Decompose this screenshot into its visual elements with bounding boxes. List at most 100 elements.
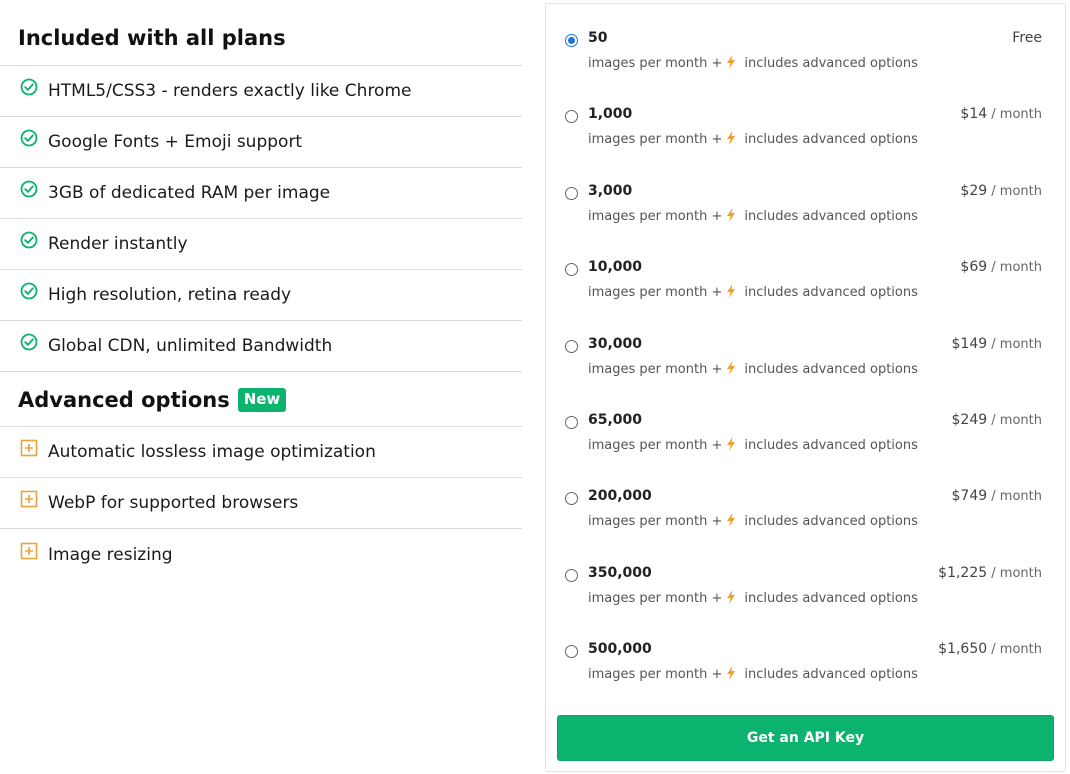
plan-radio[interactable]	[565, 263, 578, 277]
plan-image-count: 200,000	[588, 488, 652, 505]
plan-price-period: / month	[987, 336, 1042, 352]
plan-price: Free	[1012, 30, 1042, 46]
features-column: Included with all plans HTML5/CSS3 - ren…	[0, 0, 522, 580]
plan-price-period: / month	[987, 489, 1042, 505]
feature-label: Image resizing	[48, 544, 173, 565]
plan-desc-prefix: images per month +	[588, 667, 723, 683]
plan-radio[interactable]	[565, 339, 578, 353]
plan-image-count: 65,000	[588, 412, 643, 428]
check-circle-icon	[20, 333, 38, 351]
plan-desc-suffix: includes advanced options	[744, 590, 918, 606]
plan-description: images per month + includes advanced opti…	[588, 131, 918, 147]
plan-desc-suffix: includes advanced options	[744, 285, 918, 301]
included-plans-title: Included with all plans	[18, 25, 286, 50]
plan-option[interactable]: 350,000 images per month + includes advanc…	[546, 539, 1065, 615]
plan-price: $69 / month	[960, 259, 1042, 275]
feature-label: Render instantly	[48, 234, 188, 254]
feature-label: High resolution, retina ready	[48, 285, 292, 305]
plan-price-amount: $29	[960, 182, 988, 199]
plan-desc-prefix: images per month +	[588, 361, 723, 377]
plan-desc-prefix: images per month +	[588, 208, 723, 224]
feature-label: Google Fonts + Emoji support	[48, 132, 303, 152]
check-circle-icon	[20, 282, 38, 300]
plan-price-amount: $1,650	[938, 641, 988, 658]
plan-radio[interactable]	[565, 34, 578, 47]
plan-desc-suffix: includes advanced options	[744, 438, 918, 453]
advanced-feature-item: Automatic lossless image optimization	[0, 427, 522, 478]
check-circle-icon	[20, 180, 38, 198]
plan-description: images per month + includes advanced opti…	[588, 207, 918, 224]
lightning-icon	[727, 589, 736, 604]
plan-price-amount: $749	[951, 488, 988, 505]
plan-description: images per month + includes advanced opti…	[588, 360, 918, 377]
included-feature-item: Global CDN, unlimited Bandwidth	[0, 321, 522, 372]
plan-description: images per month + includes advanced opti…	[588, 589, 918, 606]
plan-image-count: 30,000	[588, 335, 643, 352]
plan-price: $29 / month	[960, 183, 1042, 199]
plan-price: $249 / month	[952, 412, 1042, 428]
plan-radio[interactable]	[565, 416, 578, 429]
pricing-panel: 50 images per month + includes advanced op…	[545, 3, 1066, 772]
lightning-icon	[727, 284, 736, 299]
check-circle-icon	[20, 129, 38, 147]
lightning-icon	[727, 666, 736, 681]
plan-option[interactable]: 10,000 images per month + includes advance…	[546, 233, 1065, 309]
advanced-feature-item: Image resizing	[0, 529, 522, 580]
advanced-feature-item: WebP for supported browsers	[0, 478, 522, 529]
plan-image-count: 10,000	[588, 259, 643, 276]
plan-price-amount: $149	[951, 335, 988, 352]
plan-price: $749 / month	[952, 488, 1042, 504]
plan-price: $1,225 / month	[938, 565, 1042, 581]
check-circle-icon	[20, 231, 38, 249]
plus-square-icon	[20, 490, 38, 508]
lightning-icon	[727, 55, 736, 69]
plan-option[interactable]: 500,000 images per month + includes advanc…	[546, 615, 1065, 691]
feature-label: Global CDN, unlimited Bandwidth	[48, 336, 333, 356]
plan-price-period: / month	[987, 183, 1042, 199]
plan-radio[interactable]	[565, 645, 578, 659]
plan-desc-prefix: images per month +	[588, 438, 723, 453]
feature-label: 3GB of dedicated RAM per image	[48, 183, 331, 203]
plan-option[interactable]: 1,000 images per month + includes advanced…	[546, 80, 1065, 156]
plan-option[interactable]: 65,000 images per month + includes advance…	[546, 386, 1065, 462]
plan-desc-suffix: includes advanced options	[744, 514, 918, 530]
feature-label: HTML5/CSS3 - renders exactly like Chrome	[48, 81, 412, 101]
plan-desc-suffix: includes advanced options	[744, 361, 918, 377]
feature-label: WebP for supported browsers	[48, 493, 299, 513]
plus-square-icon	[20, 439, 38, 457]
plan-desc-prefix: images per month +	[588, 514, 723, 530]
plan-price-period: / month	[987, 642, 1042, 658]
plan-image-count: 3,000	[588, 182, 633, 199]
plus-square-icon	[20, 542, 38, 559]
lightning-icon	[727, 513, 736, 528]
plan-radio[interactable]	[565, 568, 578, 582]
plan-radio[interactable]	[565, 186, 578, 200]
check-circle-icon	[20, 78, 38, 96]
plan-price-period: / month	[987, 107, 1042, 123]
included-feature-item: Render instantly	[0, 219, 522, 270]
included-feature-item: 3GB of dedicated RAM per image	[0, 168, 522, 219]
plan-radio[interactable]	[565, 110, 578, 124]
plan-radio[interactable]	[565, 492, 578, 506]
plan-price-amount: $1,225	[938, 564, 988, 581]
included-features-list: HTML5/CSS3 - renders exactly like Chrome…	[0, 66, 522, 372]
plan-description: images per month + includes advanced opti…	[588, 666, 918, 682]
get-api-key-button[interactable]: Get an API Key	[557, 715, 1054, 761]
included-feature-item: Google Fonts + Emoji support	[0, 117, 522, 168]
plan-image-count: 1,000	[588, 106, 633, 123]
plan-option[interactable]: 30,000 images per month + includes advance…	[546, 310, 1065, 386]
plan-desc-prefix: images per month +	[588, 132, 723, 148]
plan-description: images per month + includes advanced opti…	[588, 284, 918, 300]
plan-price-period: / month	[987, 565, 1042, 581]
advanced-options-title: Advanced options	[18, 388, 230, 412]
plan-option[interactable]: 200,000 images per month + includes advanc…	[546, 462, 1065, 538]
plan-price: $149 / month	[952, 336, 1042, 352]
plan-price-period: / month	[987, 260, 1042, 276]
plan-option[interactable]: 3,000 images per month + includes advanced…	[546, 157, 1065, 233]
new-badge: New	[237, 388, 287, 412]
advanced-options-heading: Advanced options New	[0, 372, 522, 427]
included-feature-item: High resolution, retina ready	[0, 270, 522, 321]
plan-option[interactable]: 50 images per month + includes advanced op…	[546, 4, 1065, 80]
plan-desc-prefix: images per month +	[588, 590, 723, 606]
plan-price-amount: Free	[1012, 30, 1042, 46]
